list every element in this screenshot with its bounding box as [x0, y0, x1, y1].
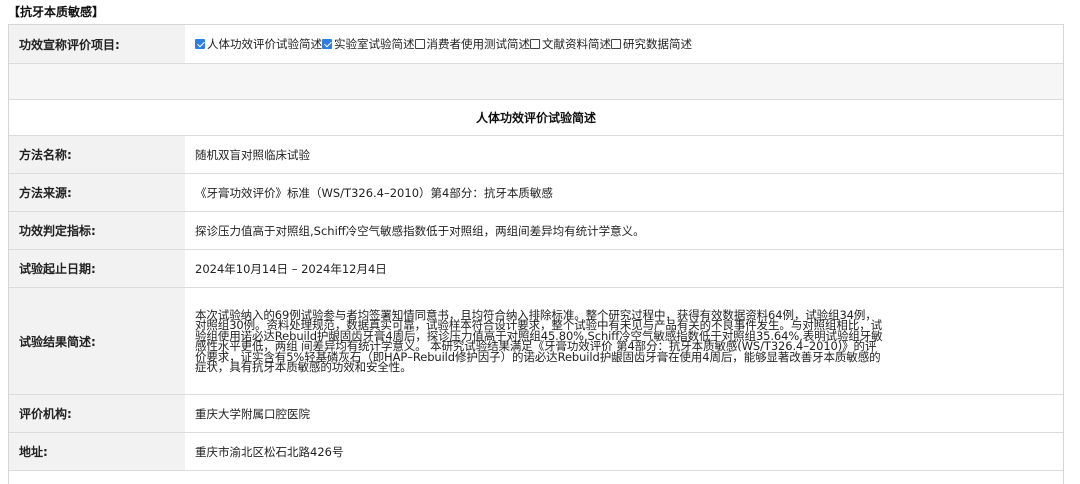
address-value: 重庆市渝北区松石北路426号 — [195, 444, 344, 459]
method-source-label: 方法来源: — [9, 174, 185, 211]
claim-option-label: 消费者使用测试简述 — [426, 37, 531, 51]
spacer-row — [9, 64, 1063, 100]
method-source-value: 《牙膏功效评价》标准（WS/T326.4–2010）第4部分：抗牙本质敏感 — [195, 185, 553, 200]
method-name-value: 随机双盲对照临床试验 — [195, 147, 310, 162]
claim-option-label: 研究数据简述 — [623, 37, 692, 51]
result-summary-value: 本次试验纳入的69例试验参与者均签署知情同意书，且均符合纳入排除标准。整个研究过… — [185, 288, 1063, 394]
table-heading: 人体功效评价试验简述 — [475, 111, 596, 125]
institution-row: 评价机构: 重庆大学附属口腔医院 — [9, 395, 1063, 433]
claim-option-label: 文献资料简述 — [542, 37, 611, 51]
result-summary-row: 试验结果简述: 本次试验纳入的69例试验参与者均签署知情同意书，且均符合纳入排除… — [9, 288, 1063, 395]
heading-cell: 人体功效评价试验简述 — [9, 100, 1063, 135]
claim-options: 人体功效评价试验简述 实验室试验简述 消费者使用测试简述 文献资料简述 研究数据… — [195, 36, 692, 52]
checkbox-icon[interactable] — [322, 39, 332, 49]
method-name-row: 方法名称: 随机双盲对照临床试验 — [9, 136, 1063, 174]
claim-items-value: 人体功效评价试验简述 实验室试验简述 消费者使用测试简述 文献资料简述 研究数据… — [185, 25, 1063, 63]
checkbox-icon[interactable] — [195, 39, 205, 49]
efficacy-indicator-row: 功效判定指标: 探诊压力值高于对照组,Schiff冷空气敏感指数低于对照组，两组… — [9, 212, 1063, 250]
test-dates-row: 试验起止日期: 2024年10月14日 – 2024年12月4日 — [9, 250, 1063, 288]
claim-option-literature[interactable]: 文献资料简述 — [530, 36, 611, 52]
spacer-cell — [9, 64, 1063, 99]
claim-option-label: 人体功效评价试验简述 — [207, 37, 322, 51]
section-title: 【抗牙本质敏感】 — [8, 5, 105, 19]
address-row: 地址: 重庆市渝北区松石北路426号 — [9, 433, 1063, 471]
claim-items-row: 功效宣称评价项目: 人体功效评价试验简述 实验室试验简述 消费者使用测试简述 文… — [9, 25, 1063, 64]
claim-option-human-efficacy[interactable]: 人体功效评价试验简述 — [195, 36, 322, 52]
claim-option-laboratory[interactable]: 实验室试验简述 — [322, 36, 415, 52]
institution-value: 重庆大学附属口腔医院 — [195, 406, 310, 421]
method-source-row: 方法来源: 《牙膏功效评价》标准（WS/T326.4–2010）第4部分：抗牙本… — [9, 174, 1063, 212]
test-dates-label: 试验起止日期: — [9, 250, 185, 287]
claim-option-label: 实验室试验简述 — [334, 37, 415, 51]
checkbox-icon[interactable] — [611, 39, 621, 49]
institution-label: 评价机构: — [9, 395, 185, 432]
claim-items-label: 功效宣称评价项目: — [9, 25, 185, 63]
efficacy-indicator-value: 探诊压力值高于对照组,Schiff冷空气敏感指数低于对照组，两组间差异均有统计学… — [195, 223, 645, 238]
result-summary-text: 本次试验纳入的69例试验参与者均签署知情同意书，且均符合纳入排除标准。整个研究过… — [195, 307, 883, 374]
result-summary-label: 试验结果简述: — [9, 288, 185, 394]
heading-row: 人体功效评价试验简述 — [9, 100, 1063, 136]
test-dates-value: 2024年10月14日 – 2024年12月4日 — [195, 261, 387, 276]
efficacy-indicator-label: 功效判定指标: — [9, 212, 185, 249]
checkbox-icon[interactable] — [414, 39, 425, 49]
address-label: 地址: — [9, 433, 185, 470]
claim-option-consumer-test[interactable]: 消费者使用测试简述 — [414, 36, 531, 52]
evaluation-table: 功效宣称评价项目: 人体功效评价试验简述 实验室试验简述 消费者使用测试简述 文… — [8, 24, 1064, 484]
claim-option-research-data[interactable]: 研究数据简述 — [611, 36, 692, 52]
method-name-label: 方法名称: — [9, 136, 185, 173]
checkbox-icon[interactable] — [530, 39, 540, 49]
